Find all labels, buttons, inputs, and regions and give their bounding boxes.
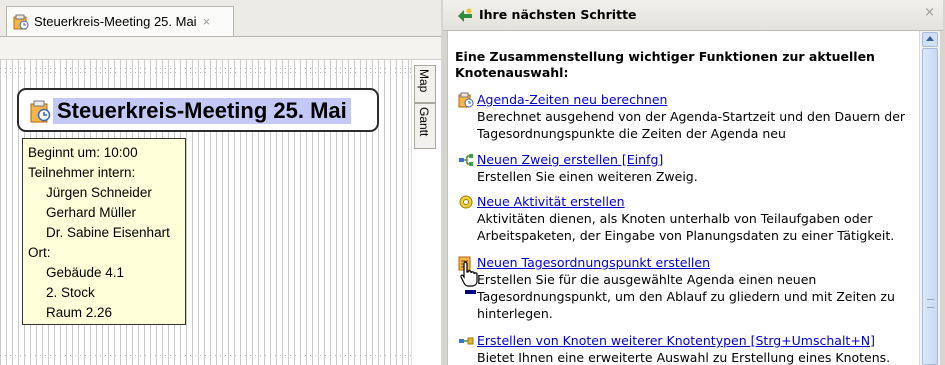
panel-content: Eine Zusammenstellung wichtiger Funktion… <box>447 31 920 365</box>
link-other-node-types[interactable]: Erstellen von Knoten weiterer Knotentype… <box>477 333 875 349</box>
tooltip-begins: Beginnt um: 10:00 <box>28 145 138 160</box>
document-tab[interactable]: Steuerkreis-Meeting 25. Mai × <box>6 6 234 36</box>
panel-title: Ihre nächsten Schritte <box>479 7 637 22</box>
root-node[interactable]: Steuerkreis-Meeting 25. Mai <box>17 88 379 132</box>
tooltip-participant: Dr. Sabine Eisenhart <box>46 225 170 240</box>
item-description: Aktivitäten dienen, als Knoten unterhalb… <box>477 211 873 226</box>
agenda-icon <box>30 100 51 123</box>
scrollbar-thumb[interactable] <box>922 48 938 365</box>
intro-text: Eine Zusammenstellung wichtiger Funktion… <box>455 49 875 64</box>
chevron-up-icon <box>926 36 934 41</box>
vertical-scrollbar[interactable] <box>919 31 940 365</box>
tooltip-location: Raum 2.26 <box>46 305 113 320</box>
item-description: Erstellen Sie für die ausgewählte Agenda… <box>477 272 817 287</box>
item-description: Bietet Ihnen eine erweiterte Auswahl zu … <box>477 350 891 365</box>
editor-toolbar-strip <box>0 37 441 60</box>
item-description: Arbeitspaketen, der Eingabe von Planungs… <box>477 228 895 243</box>
tooltip-location: 2. Stock <box>46 285 95 300</box>
tooltip-location-label: Ort: <box>28 245 51 260</box>
next-steps-panel: Ihre nächsten Schritte × Eine Zusammenst… <box>441 0 945 365</box>
tooltip-participant: Jürgen Schneider <box>46 185 152 200</box>
item-description: Tagesordnungspunkte die Zeiten der Agend… <box>477 126 786 141</box>
node-title[interactable]: Steuerkreis-Meeting 25. Mai <box>53 98 351 124</box>
link-new-activity[interactable]: Neue Aktivität erstellen <box>477 194 625 210</box>
item-description: Tagesordnungspunkt, um den Ablauf zu gli… <box>477 289 895 304</box>
intro-text: Knotenauswahl: <box>455 65 569 80</box>
tab-map[interactable]: Map <box>414 65 436 103</box>
grid-line <box>0 72 411 73</box>
tab-map-label: Map <box>417 69 431 93</box>
document-tab-label: Steuerkreis-Meeting 25. Mai <box>34 14 197 29</box>
tooltip-participants-label: Teilnehmer intern: <box>28 165 136 180</box>
close-icon[interactable]: × <box>203 14 211 29</box>
branch-icon <box>459 154 473 166</box>
node-types-icon <box>459 337 474 345</box>
map-editor: Steuerkreis-Meeting 25. Mai × Map Gantt … <box>0 0 441 365</box>
grid-line <box>0 68 411 69</box>
scroll-up-button[interactable] <box>922 32 938 47</box>
activity-icon <box>459 195 473 209</box>
tab-gantt-label: Gantt <box>417 107 431 137</box>
editor-tab-strip: Steuerkreis-Meeting 25. Mai × <box>0 0 441 37</box>
agenda-icon <box>13 14 29 29</box>
tooltip-location: Gebäude 4.1 <box>46 265 125 280</box>
grid-line <box>0 355 411 356</box>
item-description: Erstellen Sie einen weiteren Zweig. <box>477 169 698 184</box>
link-new-agenda-item[interactable]: Neuen Tagesordnungspunkt erstellen <box>477 255 710 271</box>
close-icon[interactable]: × <box>924 5 935 20</box>
view-side-tabs: Map Gantt <box>411 60 441 365</box>
agenda-calc-icon <box>458 92 474 108</box>
panel-header: Ihre nächsten Schritte × <box>443 0 943 31</box>
next-steps-icon <box>458 8 472 22</box>
hand-pointer-icon <box>460 261 478 294</box>
tooltip-participant: Gerhard Müller <box>46 205 137 220</box>
item-description: hinterlegen. <box>477 306 553 321</box>
item-description: Berechnet ausgehend von der Agenda-Start… <box>477 109 906 124</box>
tab-gantt[interactable]: Gantt <box>414 103 436 149</box>
scrollbar-grip <box>927 299 934 308</box>
node-tooltip: Beginnt um: 10:00 Teilnehmer intern: Jür… <box>22 138 186 325</box>
link-new-branch[interactable]: Neuen Zweig erstellen [Einfg] <box>477 152 663 168</box>
link-agenda-recalc[interactable]: Agenda-Zeiten neu berechnen <box>477 92 667 108</box>
